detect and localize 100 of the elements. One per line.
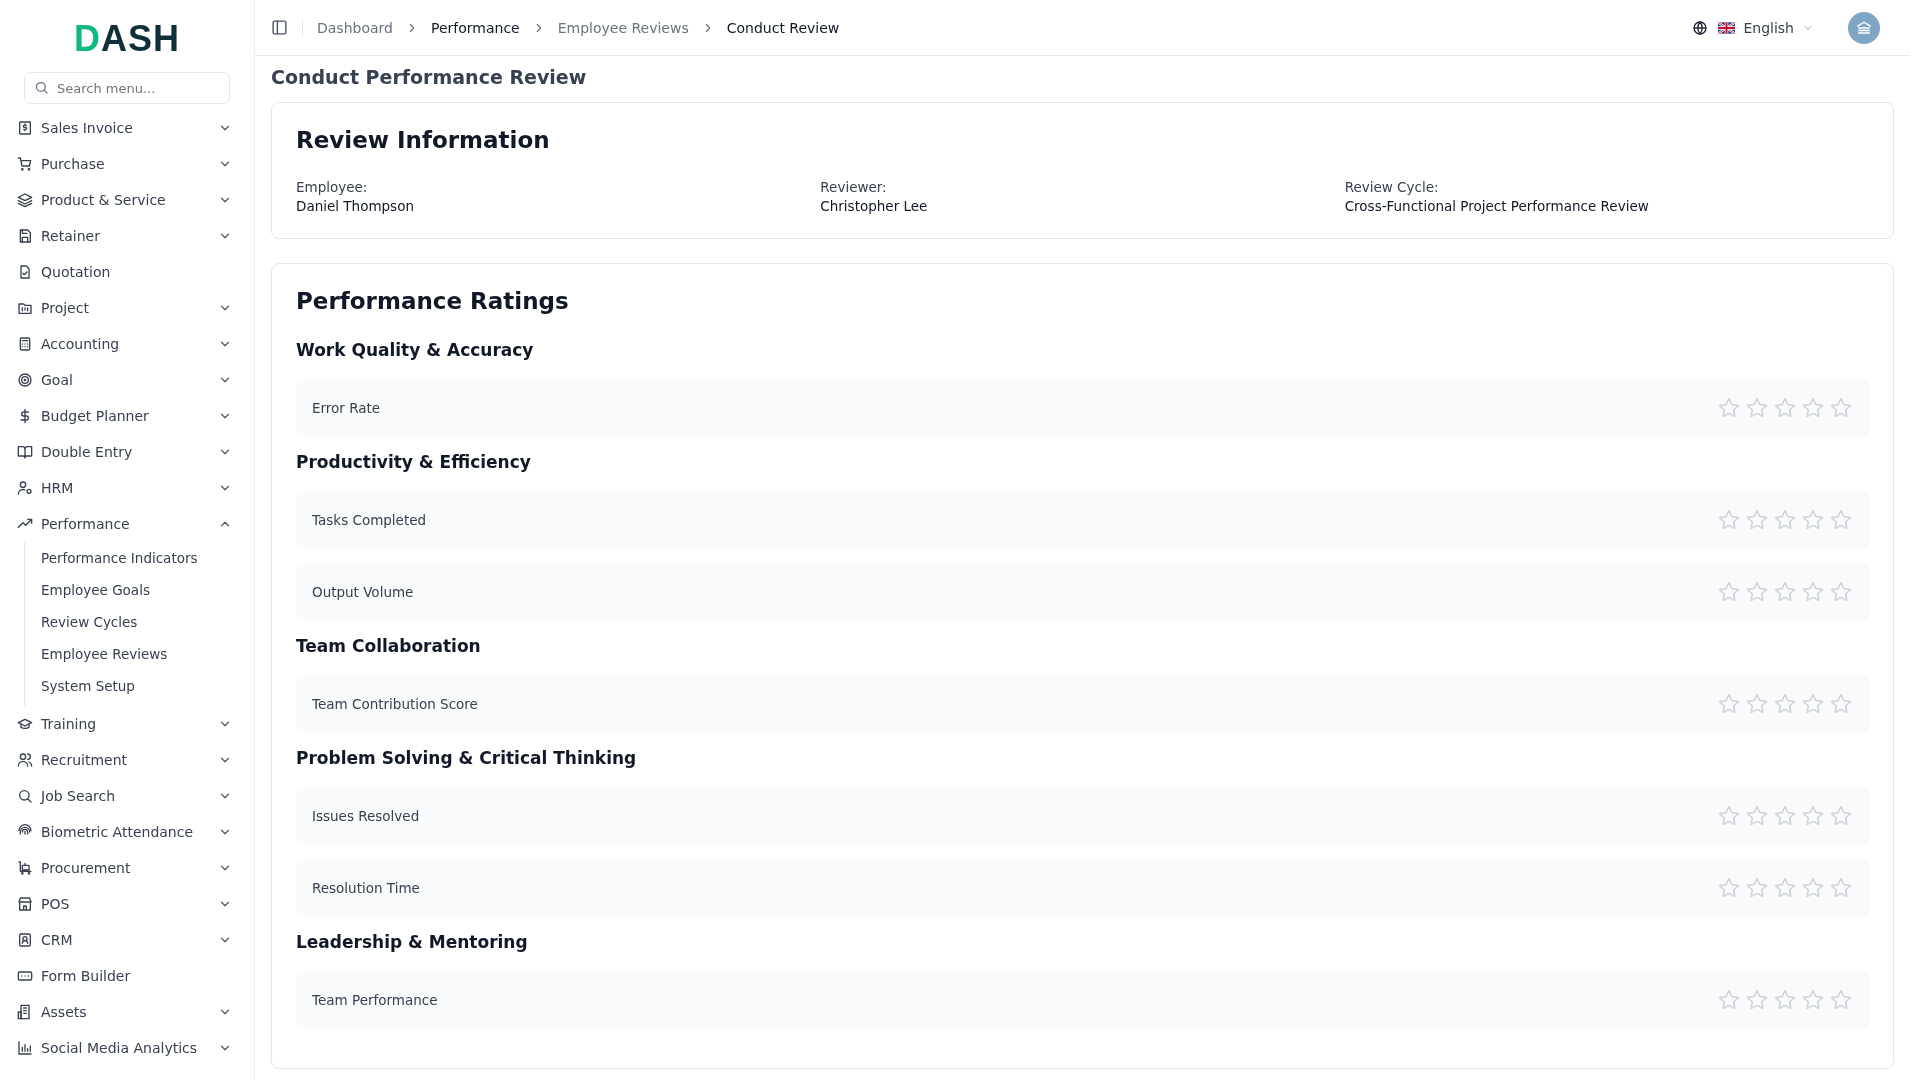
star-icon[interactable] (1829, 508, 1853, 532)
breadcrumb-link[interactable]: Employee Reviews (557, 19, 689, 36)
sidebar-item[interactable]: Retainer (0, 218, 254, 254)
star-icon[interactable] (1773, 876, 1797, 900)
star-icon[interactable] (1829, 988, 1853, 1012)
sidebar-item[interactable]: Biometric Attendance (0, 814, 254, 850)
user-avatar[interactable] (1848, 11, 1880, 44)
star-icon[interactable] (1745, 988, 1769, 1012)
section-heading: Productivity & Efficiency (296, 452, 532, 472)
globe-icon (1692, 19, 1709, 36)
star-icon[interactable] (1773, 988, 1797, 1012)
building-icon (17, 1004, 33, 1020)
sidebar-item[interactable]: Project (0, 290, 254, 326)
users-icon (17, 752, 33, 768)
file-check-icon (17, 264, 33, 280)
sidebar-item[interactable]: Assets (0, 994, 254, 1030)
criterion-label: Error Rate (312, 400, 381, 416)
star-icon[interactable] (1801, 988, 1825, 1012)
criterion-label: Team Contribution Score (312, 696, 478, 712)
criterion-label: Tasks Completed (312, 512, 427, 528)
sidebar-item[interactable]: HRM (0, 470, 254, 506)
sidebar-item[interactable]: Recruitment (0, 742, 254, 778)
star-icon[interactable] (1773, 692, 1797, 716)
criterion-label: Output Volume (312, 584, 414, 600)
star-icon[interactable] (1773, 804, 1797, 828)
contact-card-icon (17, 932, 33, 948)
star-icon[interactable] (1717, 396, 1741, 420)
sidebar-item[interactable]: Double Entry (0, 434, 254, 470)
sidebar-item[interactable]: CRM (0, 922, 254, 958)
star-icon[interactable] (1717, 988, 1741, 1012)
sidebar-item[interactable]: Budget Planner (0, 398, 254, 434)
star-icon[interactable] (1745, 508, 1769, 532)
star-icon[interactable] (1717, 580, 1741, 604)
star-icon[interactable] (1829, 692, 1853, 716)
sidebar-item[interactable]: Form Builder (0, 958, 254, 994)
star-icon[interactable] (1801, 692, 1825, 716)
breadcrumb-item: Conduct Review (726, 19, 840, 36)
sidebar-subitem[interactable]: System Setup (41, 670, 135, 702)
sidebar-item[interactable]: POS (0, 886, 254, 922)
field-label: Reviewer: (820, 179, 888, 195)
sidebar-subitem[interactable]: Performance Indicators (41, 542, 198, 574)
sidebar-item[interactable]: Accounting (0, 326, 254, 362)
star-icon[interactable] (1717, 692, 1741, 716)
sidebar-subitem[interactable]: Employee Reviews (41, 638, 168, 670)
sidebar-toggle-icon[interactable] (271, 19, 288, 36)
sidebar-item[interactable]: Procurement (0, 850, 254, 886)
sidebar-item[interactable]: Training (0, 706, 254, 742)
star-icon[interactable] (1829, 396, 1853, 420)
star-icon[interactable] (1829, 804, 1853, 828)
bar-chart-icon (17, 1040, 33, 1056)
star-icon[interactable] (1745, 396, 1769, 420)
sidebar-subitem[interactable]: Employee Goals (41, 574, 150, 606)
field-value: Daniel Thompson (296, 198, 415, 214)
graduation-cap-icon (17, 716, 33, 732)
star-icon[interactable] (1745, 804, 1769, 828)
star-icon[interactable] (1745, 876, 1769, 900)
search-field[interactable]: Search menu... (24, 72, 230, 104)
cart-icon (17, 156, 33, 172)
sidebar-item[interactable]: Job Search (0, 778, 254, 814)
star-icon[interactable] (1829, 876, 1853, 900)
star-icon[interactable] (1773, 508, 1797, 532)
card-title: Performance Ratings (296, 288, 570, 314)
sidebar-item[interactable]: Purchase (0, 146, 254, 182)
sidebar-item[interactable]: Sales Invoice (0, 110, 254, 146)
trolley-icon (17, 860, 33, 876)
star-icon[interactable] (1801, 508, 1825, 532)
star-icon[interactable] (1745, 692, 1769, 716)
star-icon[interactable] (1801, 804, 1825, 828)
star-icon[interactable] (1717, 876, 1741, 900)
star-icon[interactable] (1717, 804, 1741, 828)
breadcrumb-link[interactable]: Dashboard (317, 19, 393, 36)
calculator-icon (17, 336, 33, 352)
sidebar-item[interactable]: Product & Service (0, 182, 254, 218)
folder-icon (17, 300, 33, 316)
criterion-label: Resolution Time (312, 880, 420, 896)
language-select[interactable]: English (1718, 19, 1814, 36)
criterion-label: Team Performance (312, 992, 438, 1008)
star-icon[interactable] (1801, 876, 1825, 900)
receipt-icon (17, 120, 33, 136)
star-icon[interactable] (1829, 580, 1853, 604)
store-icon (17, 896, 33, 912)
field-value: Christopher Lee (820, 198, 929, 214)
section-heading: Leadership & Mentoring (296, 932, 529, 952)
field-value: Cross-Functional Project Performance Review (1344, 198, 1650, 214)
star-icon[interactable] (1773, 580, 1797, 604)
star-icon[interactable] (1801, 580, 1825, 604)
sidebar-item[interactable]: Performance (0, 506, 254, 542)
flag-icon (1718, 21, 1736, 34)
field-label: Employee: (296, 179, 369, 195)
target-icon (17, 372, 33, 388)
star-icon[interactable] (1717, 508, 1741, 532)
star-icon[interactable] (1745, 580, 1769, 604)
star-icon[interactable] (1773, 396, 1797, 420)
book-icon (17, 444, 33, 460)
sidebar-item[interactable]: Quotation (0, 254, 254, 290)
sidebar-item[interactable]: Social Media Analytics (0, 1030, 254, 1066)
sidebar-item[interactable]: Goal (0, 362, 254, 398)
save-icon (17, 228, 33, 244)
sidebar-subitem[interactable]: Review Cycles (41, 606, 138, 638)
star-icon[interactable] (1801, 396, 1825, 420)
